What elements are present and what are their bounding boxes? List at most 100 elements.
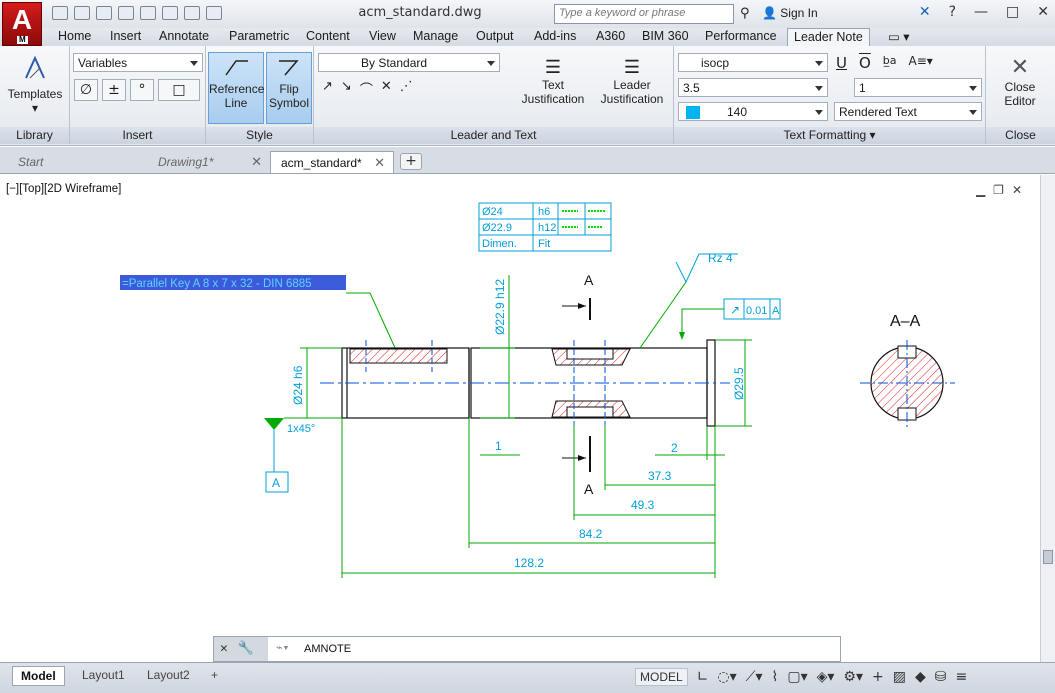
- clean-screen-icon[interactable]: ⛁: [935, 669, 947, 685]
- add-layout-button[interactable]: +: [206, 666, 228, 686]
- add-vertex-icon[interactable]: ⌒: [360, 79, 373, 98]
- title-bar: AM acm_standard.dwg Type a keyword or ph…: [0, 0, 1055, 46]
- tab-manage[interactable]: Manage: [413, 29, 458, 43]
- layout-tab-layout1[interactable]: Layout1: [74, 666, 133, 686]
- help-icon[interactable]: ?: [949, 4, 956, 20]
- templates-icon: [25, 55, 45, 79]
- remove-leader-icon[interactable]: ↘: [341, 79, 352, 98]
- text-height-dropdown[interactable]: 3.5: [678, 78, 828, 97]
- snap-icon[interactable]: ◌▾: [717, 669, 736, 685]
- binoculars-icon[interactable]: ⚲: [740, 6, 750, 21]
- app-logo-letter: A: [11, 4, 33, 35]
- width-factor-input[interactable]: 1: [854, 78, 982, 97]
- minimize-icon[interactable]: —: [974, 4, 988, 20]
- text-formatting-title[interactable]: Text Formatting ▾: [674, 127, 985, 144]
- flip-symbol-label: Flip Symbol: [268, 82, 309, 110]
- box-symbol-button[interactable]: □: [158, 79, 200, 101]
- color-dropdown[interactable]: 140: [678, 102, 828, 121]
- tab-leader-note[interactable]: Leader Note: [787, 28, 870, 46]
- layout-tab-model[interactable]: Model: [12, 666, 65, 686]
- drawing-canvas[interactable]: [−][Top][2D Wireframe] ▁ ❐ ✕ Ø24 h6 Ø22.…: [0, 175, 1040, 662]
- tab-output[interactable]: Output: [476, 29, 514, 43]
- tab-insert[interactable]: Insert: [110, 29, 141, 43]
- document-title: acm_standard.dwg: [358, 5, 482, 20]
- close-command-icon[interactable]: ✕: [220, 641, 228, 657]
- application-menu-button[interactable]: AM: [2, 2, 42, 46]
- case-icon[interactable]: A≡▾: [909, 54, 933, 72]
- app-logo-sub: M: [17, 35, 28, 44]
- maximize-icon[interactable]: □: [1006, 4, 1019, 20]
- tab-home[interactable]: Home: [58, 29, 91, 43]
- close-tab-icon[interactable]: ✕: [374, 155, 385, 171]
- exchange-icon[interactable]: ✕: [919, 4, 931, 20]
- tab-view[interactable]: View: [369, 29, 396, 43]
- new-icon[interactable]: [52, 6, 68, 20]
- plot-icon[interactable]: [206, 6, 222, 20]
- fit-table: Ø24 h6 Ø22.9 h12 Dimen. Fit: [478, 202, 612, 252]
- workspace-icon[interactable]: ⚙▾: [843, 669, 863, 685]
- realign-icon[interactable]: ⋰: [400, 79, 413, 98]
- tab-bim-360[interactable]: BIM 360: [642, 29, 689, 43]
- close-editor-button[interactable]: ✕ Close Editor: [988, 54, 1052, 118]
- reference-line-button[interactable]: Reference Line: [208, 52, 264, 124]
- layout-tab-layout2[interactable]: Layout2: [139, 666, 198, 686]
- sign-in-button[interactable]: 👤 Sign In: [762, 6, 818, 20]
- arrowhead-dropdown[interactable]: By Standard: [318, 53, 500, 72]
- command-line[interactable]: ✕ 🔧 ⌁▾ AMNOTE: [213, 636, 841, 662]
- tab-content[interactable]: Content: [306, 29, 350, 43]
- osnap-icon[interactable]: ▢▾: [787, 669, 807, 685]
- save-as-icon[interactable]: [118, 6, 134, 20]
- model-space-button[interactable]: MODEL: [635, 668, 688, 686]
- reference-line-icon: [225, 60, 248, 76]
- open-icon[interactable]: [74, 6, 90, 20]
- annotation-icon[interactable]: ◈▾: [817, 669, 835, 685]
- panel-close: ✕ Close Editor Close: [986, 46, 1055, 144]
- ribbon-minimize-button[interactable]: ▭ ▾: [888, 29, 910, 44]
- file-tab-label: Start: [18, 155, 44, 169]
- tab-annotate[interactable]: Annotate: [159, 29, 209, 43]
- degree-symbol-button[interactable]: °: [130, 79, 154, 101]
- scroll-thumb[interactable]: [1043, 550, 1053, 564]
- file-tab-drawing1[interactable]: Drawing1* ✕: [148, 151, 270, 173]
- grid-icon[interactable]: ∟: [697, 669, 709, 685]
- stack-icon[interactable]: b̲a: [883, 54, 897, 72]
- undo-icon[interactable]: [162, 6, 178, 20]
- diameter-symbol-button[interactable]: ∅: [74, 79, 98, 101]
- text-justification-button[interactable]: ☰ Text Justification: [516, 56, 590, 118]
- flip-symbol-button[interactable]: Flip Symbol: [266, 52, 312, 124]
- file-tab-start[interactable]: Start: [8, 151, 148, 173]
- remove-vertex-icon[interactable]: ✕: [381, 79, 392, 98]
- variables-dropdown[interactable]: Variables: [73, 53, 203, 72]
- font-dropdown[interactable]: isocp: [678, 53, 828, 72]
- new-tab-button[interactable]: +: [400, 153, 422, 170]
- hardware-icon[interactable]: ◆: [915, 669, 926, 685]
- templates-button[interactable]: Templates ▾: [4, 54, 66, 115]
- plusminus-symbol-button[interactable]: ±: [102, 79, 126, 101]
- tab-parametric[interactable]: Parametric: [229, 29, 289, 43]
- overline-icon[interactable]: O: [859, 54, 871, 72]
- leader-justification-button[interactable]: ☰ Leader Justification: [596, 56, 668, 118]
- dim-29-5: Ø29.5: [732, 367, 746, 400]
- print-icon[interactable]: [140, 6, 156, 20]
- text-mode-dropdown[interactable]: Rendered Text: [834, 102, 982, 121]
- file-tab-acm-standard[interactable]: acm_standard* ✕: [270, 151, 394, 173]
- isolate-icon[interactable]: ▨: [893, 669, 906, 685]
- redo-icon[interactable]: [184, 6, 200, 20]
- datum-symbol: A 1x45°: [264, 417, 342, 493]
- close-tab-icon[interactable]: ✕: [251, 154, 262, 170]
- save-icon[interactable]: [96, 6, 112, 20]
- add-icon[interactable]: +: [872, 669, 884, 685]
- underline-icon[interactable]: U: [836, 54, 847, 72]
- ortho-icon[interactable]: ⟋▾: [746, 669, 763, 685]
- tab-a360[interactable]: A360: [596, 29, 625, 43]
- tab-add-ins[interactable]: Add-ins: [534, 29, 576, 43]
- status-settings-icon[interactable]: ≡: [955, 669, 967, 685]
- note-text[interactable]: =Parallel Key A 8 x 7 x 32 - DIN 6885: [120, 275, 397, 351]
- tab-performance[interactable]: Performance: [705, 29, 777, 43]
- add-leader-icon[interactable]: ↗: [322, 79, 333, 98]
- close-icon[interactable]: ✕: [1037, 4, 1049, 20]
- search-input[interactable]: Type a keyword or phrase: [554, 4, 734, 24]
- customize-icon[interactable]: 🔧: [238, 641, 254, 657]
- polar-icon[interactable]: ⌇: [772, 669, 779, 685]
- vertical-scrollbar[interactable]: [1040, 175, 1055, 662]
